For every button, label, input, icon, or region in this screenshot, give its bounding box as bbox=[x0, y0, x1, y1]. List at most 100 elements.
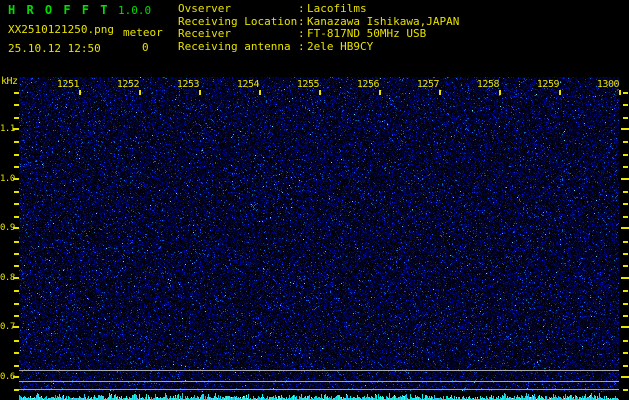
signal-level-canvas bbox=[19, 392, 619, 400]
freq-minor-tick-left bbox=[14, 117, 19, 119]
station-value: 2ele HB9CY bbox=[307, 41, 373, 54]
freq-major-tick-right bbox=[621, 227, 629, 229]
freq-major-tick-left bbox=[13, 128, 19, 130]
freq-major-tick-left bbox=[13, 227, 19, 229]
freq-minor-tick-left bbox=[14, 92, 19, 94]
separator: : bbox=[298, 3, 307, 16]
freq-minor-tick-right bbox=[623, 104, 628, 106]
freq-major-tick-right bbox=[621, 277, 629, 279]
freq-tick-label: 0.6 bbox=[0, 372, 14, 382]
time-tick-mark bbox=[139, 90, 141, 95]
freq-minor-tick-left bbox=[14, 352, 19, 354]
datetime-label: 25.10.12 12:50 bbox=[8, 42, 101, 55]
time-tick-label: 1300 bbox=[594, 79, 619, 90]
time-tick-label: 1254 bbox=[234, 79, 259, 90]
freq-minor-tick-right bbox=[623, 315, 628, 317]
time-tick-mark bbox=[259, 90, 261, 95]
output-file-name: XX2510121250.png bbox=[8, 23, 114, 36]
freq-minor-tick-left bbox=[14, 141, 19, 143]
separator: : bbox=[298, 41, 307, 54]
freq-minor-tick-right bbox=[623, 191, 628, 193]
freq-minor-tick-left bbox=[14, 203, 19, 205]
freq-minor-tick-right bbox=[623, 166, 628, 168]
freq-tick-label: 1.0 bbox=[0, 174, 14, 184]
freq-minor-tick-right bbox=[623, 203, 628, 205]
time-tick-label: 1258 bbox=[474, 79, 499, 90]
freq-minor-tick-left bbox=[14, 191, 19, 193]
time-tick-mark bbox=[619, 90, 621, 95]
frequency-marker-line bbox=[19, 370, 619, 371]
time-tick-label: 1256 bbox=[354, 79, 379, 90]
freq-major-tick-left bbox=[13, 178, 19, 180]
station-label: Ovserver bbox=[178, 3, 298, 16]
time-tick-label: 1259 bbox=[534, 79, 559, 90]
freq-minor-tick-left bbox=[14, 315, 19, 317]
freq-minor-tick-right bbox=[623, 241, 628, 243]
freq-minor-tick-left bbox=[14, 241, 19, 243]
freq-minor-tick-left bbox=[14, 265, 19, 267]
station-label: Receiver bbox=[178, 28, 298, 41]
time-tick-label: 1252 bbox=[114, 79, 139, 90]
time-tick-mark bbox=[439, 90, 441, 95]
freq-minor-tick-left bbox=[14, 253, 19, 255]
freq-major-tick-right bbox=[621, 326, 629, 328]
freq-minor-tick-left bbox=[14, 389, 19, 391]
spectrogram-canvas bbox=[19, 77, 619, 392]
time-tick-mark bbox=[379, 90, 381, 95]
mode-label: meteor bbox=[123, 26, 163, 39]
frequency-unit-label: kHz bbox=[1, 76, 18, 87]
freq-minor-tick-right bbox=[623, 92, 628, 94]
echo-count: 0 bbox=[142, 41, 149, 54]
freq-tick-label: 0.9 bbox=[0, 223, 14, 233]
time-tick-mark bbox=[319, 90, 321, 95]
freq-tick-label: 0.7 bbox=[0, 322, 14, 332]
station-row-antenna: Receiving antenna:2ele HB9CY bbox=[178, 41, 459, 54]
station-info-block: Ovserver:Lacofilms Receiving Location:Ka… bbox=[178, 3, 459, 53]
freq-minor-tick-right bbox=[623, 352, 628, 354]
freq-minor-tick-right bbox=[623, 265, 628, 267]
freq-minor-tick-left bbox=[14, 104, 19, 106]
freq-minor-tick-right bbox=[623, 117, 628, 119]
station-label: Receiving antenna bbox=[178, 41, 298, 54]
freq-minor-tick-right bbox=[623, 216, 628, 218]
time-tick-label: 1253 bbox=[174, 79, 199, 90]
freq-minor-tick-right bbox=[623, 389, 628, 391]
station-row-observer: Ovserver:Lacofilms bbox=[178, 3, 459, 16]
freq-minor-tick-left bbox=[14, 166, 19, 168]
frequency-marker-line bbox=[19, 381, 619, 382]
freq-minor-tick-right bbox=[623, 290, 628, 292]
freq-minor-tick-left bbox=[14, 365, 19, 367]
freq-minor-tick-left bbox=[14, 340, 19, 342]
freq-major-tick-right bbox=[621, 178, 629, 180]
time-tick-label: 1255 bbox=[294, 79, 319, 90]
time-tick-mark bbox=[199, 90, 201, 95]
freq-major-tick-right bbox=[621, 128, 629, 130]
station-value: FT-817ND 50MHz USB bbox=[307, 28, 426, 41]
freq-minor-tick-left bbox=[14, 290, 19, 292]
freq-minor-tick-left bbox=[14, 154, 19, 156]
freq-tick-label: 1.1 bbox=[0, 124, 14, 134]
freq-major-tick-left bbox=[13, 326, 19, 328]
freq-minor-tick-left bbox=[14, 303, 19, 305]
freq-tick-label: 0.8 bbox=[0, 273, 14, 283]
hrofft-window: H R O F F T 1.0.0 XX2510121250.png meteo… bbox=[0, 0, 629, 400]
freq-minor-tick-right bbox=[623, 154, 628, 156]
freq-minor-tick-right bbox=[623, 141, 628, 143]
station-row-receiver: Receiver:FT-817ND 50MHz USB bbox=[178, 28, 459, 41]
freq-minor-tick-right bbox=[623, 253, 628, 255]
time-tick-label: 1257 bbox=[414, 79, 439, 90]
time-tick-label: 1251 bbox=[54, 79, 79, 90]
separator: : bbox=[298, 28, 307, 41]
time-tick-mark bbox=[559, 90, 561, 95]
station-value: Lacofilms bbox=[307, 3, 367, 16]
app-title: H R O F F T bbox=[8, 3, 109, 17]
freq-minor-tick-left bbox=[14, 216, 19, 218]
frequency-marker-line bbox=[19, 389, 619, 390]
freq-minor-tick-right bbox=[623, 365, 628, 367]
freq-minor-tick-right bbox=[623, 340, 628, 342]
app-version: 1.0.0 bbox=[118, 4, 151, 17]
time-tick-mark bbox=[79, 90, 81, 95]
freq-minor-tick-right bbox=[623, 303, 628, 305]
time-tick-mark bbox=[499, 90, 501, 95]
freq-major-tick-left bbox=[13, 376, 19, 378]
